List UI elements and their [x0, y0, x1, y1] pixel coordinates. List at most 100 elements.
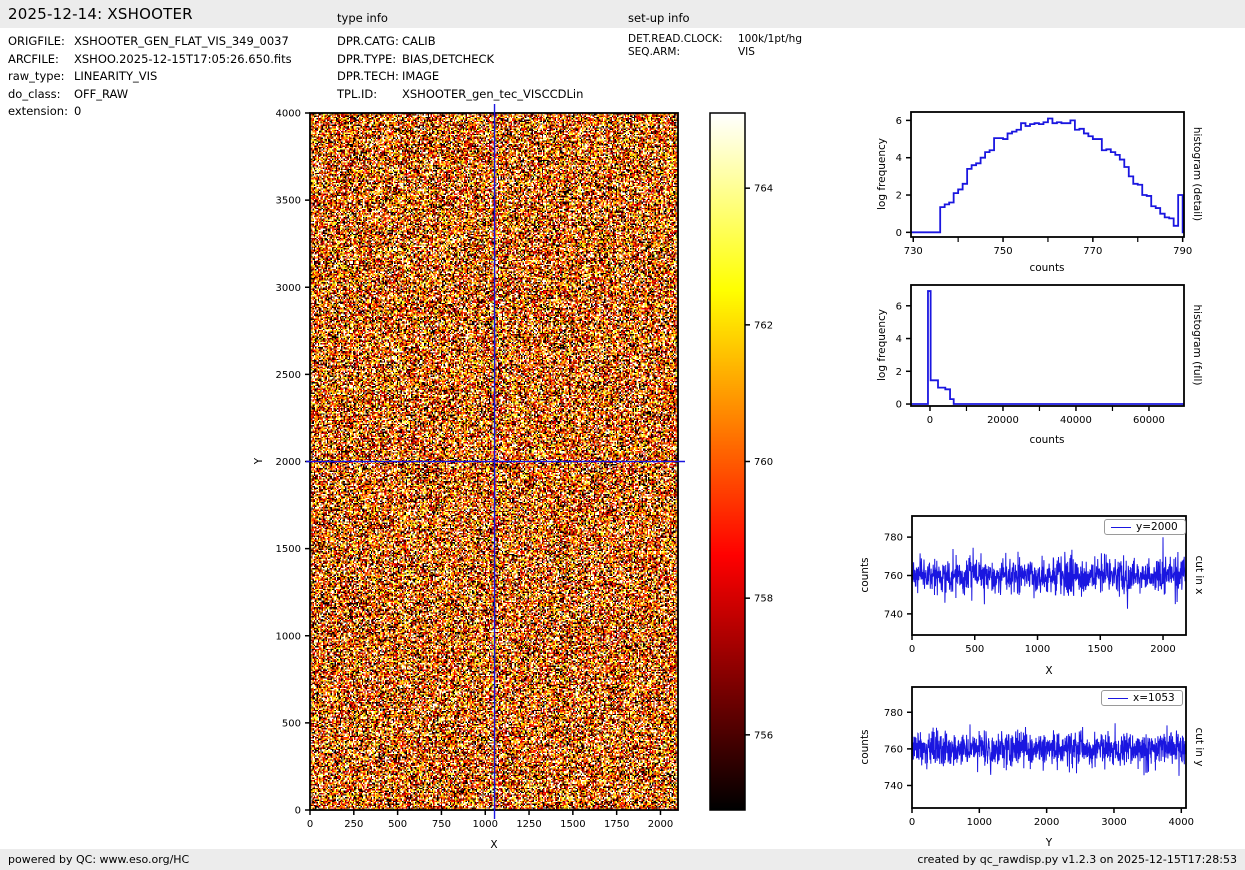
- svg-text:500: 500: [388, 819, 407, 830]
- svg-text:764: 764: [754, 184, 773, 195]
- svg-text:250: 250: [344, 819, 363, 830]
- noise-trace-line: [911, 711, 1187, 776]
- svg-text:2000: 2000: [276, 457, 301, 468]
- meta-label: DET.READ.CLOCK:: [628, 33, 723, 45]
- svg-text:1500: 1500: [276, 544, 301, 555]
- svg-text:0: 0: [896, 400, 902, 411]
- meta-value: CALIB: [402, 34, 436, 48]
- meta-label: raw_type:: [8, 69, 65, 83]
- hist-full-right-label: histogram (full): [1191, 304, 1203, 386]
- meta-label: SEQ.ARM:: [628, 46, 680, 58]
- svg-text:0: 0: [927, 415, 933, 426]
- svg-text:1500: 1500: [1088, 644, 1113, 655]
- svg-text:6: 6: [896, 116, 902, 127]
- svg-text:4: 4: [896, 153, 902, 164]
- noise-trace-line: [911, 537, 1187, 609]
- svg-text:2000: 2000: [648, 819, 673, 830]
- hist-detail-ylabel: log frequency: [876, 138, 888, 211]
- colorbar: 756 758 760 762 764: [709, 112, 773, 811]
- svg-text:1000: 1000: [473, 819, 498, 830]
- svg-text:2000: 2000: [1150, 644, 1175, 655]
- meta-value: BIAS,DETCHECK: [402, 51, 495, 66]
- svg-text:1750: 1750: [604, 819, 629, 830]
- meta-row: extension: 0: [8, 103, 292, 121]
- meta-row: raw_type: LINEARITY_VIS: [8, 68, 292, 86]
- cut-x-ylabel: counts: [859, 557, 871, 593]
- svg-text:760: 760: [754, 457, 773, 468]
- svg-text:20000: 20000: [987, 415, 1019, 426]
- svg-text:760: 760: [884, 571, 903, 582]
- meta-label: DPR.TECH:: [337, 69, 399, 83]
- cut-x-legend: y=2000: [1104, 519, 1186, 535]
- type-info-heading: type info: [337, 11, 388, 25]
- meta-value: XSHOOTER_GEN_FLAT_VIS_349_0037: [74, 34, 289, 48]
- svg-text:2000: 2000: [1034, 817, 1059, 828]
- histogram-full-plot: 0 20000 40000 60000 0 2 4 6: [896, 284, 1185, 426]
- svg-text:0: 0: [909, 644, 915, 655]
- hist-full-xlabel: counts: [1029, 434, 1065, 446]
- meta-row: ORIGFILE: XSHOOTER_GEN_FLAT_VIS_349_0037: [8, 33, 292, 51]
- meta-label: extension:: [8, 104, 68, 118]
- svg-text:6: 6: [896, 301, 902, 312]
- svg-text:730: 730: [904, 246, 923, 257]
- meta-row: DPR.TYPE: BIAS,DETCHECK: [337, 51, 583, 69]
- cut-y-legend-label: x=1053: [1133, 692, 1175, 704]
- meta-value: VIS: [738, 46, 755, 58]
- svg-text:40000: 40000: [1060, 415, 1092, 426]
- meta-row: do_class: OFF_RAW: [8, 86, 292, 104]
- svg-text:1000: 1000: [1025, 644, 1050, 655]
- meta-label: ORIGFILE:: [8, 34, 65, 48]
- hist-full-ylabel: log frequency: [876, 309, 888, 382]
- meta-value: OFF_RAW: [74, 86, 129, 101]
- meta-row: SEQ.ARM: VIS: [628, 46, 802, 59]
- cut-x-legend-label: y=2000: [1136, 521, 1178, 533]
- svg-text:770: 770: [1083, 246, 1102, 257]
- svg-text:1000: 1000: [967, 817, 992, 828]
- svg-text:4000: 4000: [276, 109, 301, 120]
- cut-y-right-label: cut in y: [1193, 727, 1205, 767]
- meta-value: 0: [74, 104, 82, 118]
- meta-label: DPR.CATG:: [337, 34, 399, 48]
- page-title: 2025-12-14: XSHOOTER: [8, 5, 193, 23]
- svg-text:758: 758: [754, 594, 773, 605]
- cut-x-right-label: cut in x: [1193, 555, 1205, 595]
- svg-text:1500: 1500: [560, 819, 585, 830]
- svg-text:1250: 1250: [516, 819, 541, 830]
- svg-text:762: 762: [754, 320, 773, 331]
- file-info-block: ORIGFILE: XSHOOTER_GEN_FLAT_VIS_349_0037 A…: [8, 33, 292, 121]
- footer-left: powered by QC: www.eso.org/HC: [8, 853, 190, 866]
- setup-info-block: DET.READ.CLOCK: 100k/1pt/hg SEQ.ARM: VIS: [628, 33, 802, 59]
- svg-text:4000: 4000: [1169, 817, 1194, 828]
- meta-label: do_class:: [8, 86, 61, 101]
- meta-value: IMAGE: [402, 69, 440, 83]
- meta-row: DPR.TECH: IMAGE: [337, 68, 583, 86]
- meta-row: ARCFILE: XSHOO.2025-12-15T17:05:26.650.fi…: [8, 51, 292, 69]
- setup-info-heading: set-up info: [628, 11, 690, 25]
- svg-text:756: 756: [754, 730, 773, 741]
- legend-line-sample: [1108, 697, 1128, 699]
- svg-text:500: 500: [282, 718, 301, 729]
- footer-right: created by qc_rawdisp.py v1.2.3 on 2025-…: [917, 853, 1237, 866]
- histogram-step-line: [911, 290, 1184, 405]
- svg-text:750: 750: [994, 246, 1013, 257]
- meta-value: 100k/1pt/hg: [738, 33, 802, 45]
- meta-row: DPR.CATG: CALIB: [337, 33, 583, 51]
- svg-text:740: 740: [884, 781, 903, 792]
- cut-y-xlabel: Y: [1045, 837, 1053, 849]
- svg-text:2: 2: [896, 191, 902, 202]
- hist-detail-right-label: histogram (detail): [1191, 126, 1203, 222]
- meta-label: DPR.TYPE:: [337, 51, 397, 66]
- svg-text:2: 2: [896, 367, 902, 378]
- svg-text:0: 0: [295, 806, 301, 817]
- main-ylabel: Y: [253, 457, 265, 465]
- meta-value: LINEARITY_VIS: [74, 69, 158, 83]
- cut-x-xlabel: X: [1045, 665, 1053, 677]
- cut-y-legend: x=1053: [1101, 690, 1183, 706]
- svg-text:3500: 3500: [276, 196, 301, 207]
- svg-text:60000: 60000: [1133, 415, 1165, 426]
- type-info-block: DPR.CATG: CALIB DPR.TYPE: BIAS,DETCHECK DPR.…: [337, 33, 583, 103]
- histogram-detail-plot: 730 750 770 790 0 2 4 6: [896, 111, 1192, 257]
- svg-text:0: 0: [896, 228, 902, 239]
- detector-image-plot: 0 250 500 750 1000 1250 1500 1750 2000 0 500 1000 15…: [276, 104, 685, 830]
- svg-text:0: 0: [307, 819, 313, 830]
